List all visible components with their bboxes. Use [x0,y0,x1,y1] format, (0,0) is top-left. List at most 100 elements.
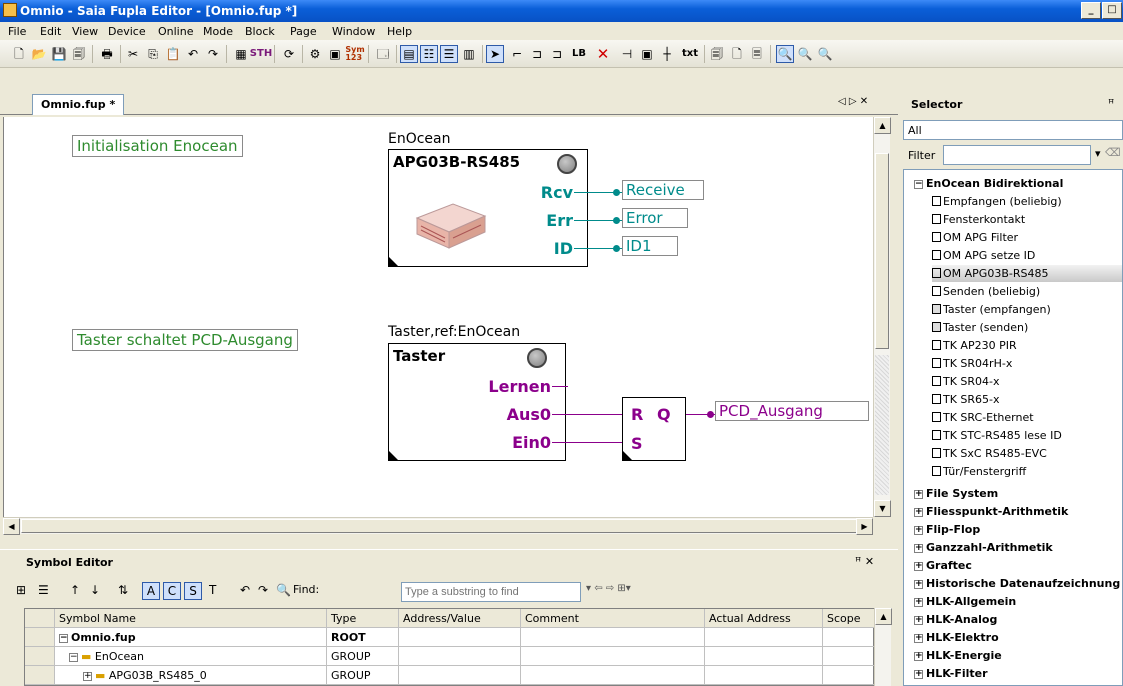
tree-group[interactable]: + Historische Datenaufzeichnung [914,577,1120,590]
canvas-horizontal-scrollbar[interactable]: ◀ ▶ [3,517,873,535]
table-row[interactable]: + ▬ APG03B_RS485_0 [55,666,327,685]
online-icon[interactable]: ⟳ [280,45,298,63]
empty-cell[interactable] [823,647,875,666]
filter-dropdown-icon[interactable]: ▾ [1095,147,1101,160]
save-icon[interactable]: 💾 [50,45,68,63]
menu-edit[interactable]: Edit [40,25,61,38]
tree-group[interactable]: + HLK-Filter [914,667,988,680]
var-receive[interactable]: Receive [622,180,704,200]
symbol-table-scrollbar[interactable]: ▲ [874,608,892,686]
symbols-view-icon[interactable]: ▤ [400,45,418,63]
build-icon[interactable]: ▦ [232,45,250,63]
empty-cell[interactable] [823,628,875,647]
ff-pin-s[interactable]: S [631,434,643,453]
filter-a-button[interactable]: A [142,582,160,600]
undo-icon[interactable]: ↶ [184,45,202,63]
menu-online[interactable]: Online [158,25,193,38]
zoom-fit-icon[interactable]: 🔍 [776,45,794,63]
sort-icon[interactable]: ⇅ [118,583,128,597]
symbol-table[interactable]: Symbol Name Type Address/Value Comment A… [24,608,875,686]
tree-view-icon[interactable]: ☷ [420,45,438,63]
empty-cell[interactable] [705,666,823,685]
pin-ein0[interactable]: Ein0 [512,433,551,452]
find-nav-icons[interactable]: ▾ ⇦ ⇨ ⊞▾ [586,583,631,594]
empty-cell[interactable] [399,666,521,685]
var-id1[interactable]: ID1 [622,236,678,256]
tree-item[interactable]: Taster (empfangen) [932,303,1051,316]
col-symbol-name[interactable]: Symbol Name [55,609,327,628]
col-actual-address[interactable]: Actual Address [705,609,823,628]
comment-initialisation[interactable]: Initialisation Enocean [72,135,243,157]
page-list-icon[interactable]: 🗏 [748,45,766,63]
tab-omnio-fup[interactable]: Omnio.fup * [32,94,124,115]
tree-group[interactable]: + File System [914,487,998,500]
find-input[interactable] [401,582,581,602]
tree-item[interactable]: TK SxC RS485-EVC [932,447,1047,460]
maximize-button[interactable]: □ [1102,2,1122,19]
menu-view[interactable]: View [72,25,98,38]
tree-item[interactable]: TK SR04rH-x [932,357,1012,370]
menu-device[interactable]: Device [108,25,146,38]
debug-icon[interactable]: ⚙ [306,45,324,63]
redo-icon[interactable]: ↷ [258,583,268,597]
selector-tree[interactable]: − EnOcean Bidirektional Empfangen (belieb… [903,169,1123,686]
new-icon[interactable]: 🗋 [10,45,28,63]
scroll-down-button[interactable]: ▼ [874,500,891,517]
filter-t-button[interactable]: T [209,583,216,597]
col-scope[interactable]: Scope [823,609,875,628]
tree-item[interactable]: Fensterkontakt [932,213,1025,226]
tree-group[interactable]: + HLK-Energie [914,649,1002,662]
scroll-up-button[interactable]: ▲ [874,117,891,134]
list-view-icon[interactable]: ☰ [440,45,458,63]
menu-file[interactable]: File [8,25,26,38]
tree-item[interactable]: Taster (senden) [932,321,1028,334]
tree-item-selected[interactable]: OM APG03B-RS485 [932,265,1122,282]
canvas-vertical-scrollbar[interactable]: ▲ ▼ [873,117,891,517]
empty-cell[interactable] [521,628,705,647]
var-pcd-ausgang[interactable]: PCD_Ausgang [715,401,869,421]
cut-icon[interactable]: ✂ [124,45,142,63]
filter-s-button[interactable]: S [184,582,202,600]
page-view-icon[interactable]: ▥ [460,45,478,63]
text-tool-icon[interactable]: txt [680,45,700,63]
table-row[interactable]: − Omnio.fup [55,628,327,647]
crossing-icon[interactable]: ┼ [658,45,676,63]
scroll-thumb[interactable] [875,153,889,349]
sth-icon[interactable]: STH [250,45,272,63]
junction-icon[interactable]: ⊐ [548,45,566,63]
pin-rcv[interactable]: Rcv [541,183,573,202]
col-comment[interactable]: Comment [521,609,705,628]
pin-aus0[interactable]: Aus0 [507,405,551,424]
paste-icon[interactable]: 📋 [164,45,182,63]
properties-icon[interactable]: 🗔 [374,45,392,63]
empty-cell[interactable] [521,666,705,685]
undo-icon[interactable]: ↶ [240,583,250,597]
tree-group[interactable]: + HLK-Allgemein [914,595,1016,608]
tree-expand-icon[interactable]: ⊞ [16,583,26,597]
fbox-taster[interactable]: Taster Lernen Aus0 Ein0 [388,343,566,461]
comment-taster[interactable]: Taster schaltet PCD-Ausgang [72,329,298,351]
bus-icon[interactable]: ⊐ [528,45,546,63]
empty-cell[interactable] [705,628,823,647]
tree-item[interactable]: OM APG Filter [932,231,1018,244]
selector-category-all[interactable]: All [903,120,1123,140]
pointer-icon[interactable]: ➤ [486,45,504,63]
menu-window[interactable]: Window [332,25,375,38]
print-icon[interactable]: 🖶 [98,45,116,63]
menu-page[interactable]: Page [290,25,317,38]
sym-icon[interactable]: Sym 123 [345,45,364,63]
insert-box-icon[interactable]: ▣ [638,45,656,63]
empty-cell[interactable] [521,647,705,666]
pin-id[interactable]: ID [554,239,573,258]
tree-item[interactable]: TK SRC-Ethernet [932,411,1034,424]
new-page-icon[interactable]: 🗋 [728,45,746,63]
connector-icon[interactable]: ⌐ [508,45,526,63]
tree-group[interactable]: + Graftec [914,559,972,572]
tree-group[interactable]: + HLK-Elektro [914,631,999,644]
zoom-in-icon[interactable]: 🔍 [796,45,814,63]
delete-icon[interactable]: ✕ [594,45,612,63]
col-address-value[interactable]: Address/Value [399,609,521,628]
tree-group-enocean[interactable]: − EnOcean Bidirektional [914,177,1063,190]
ff-pin-r[interactable]: R [631,405,643,424]
insert-io-icon[interactable]: ⊣ [618,45,636,63]
